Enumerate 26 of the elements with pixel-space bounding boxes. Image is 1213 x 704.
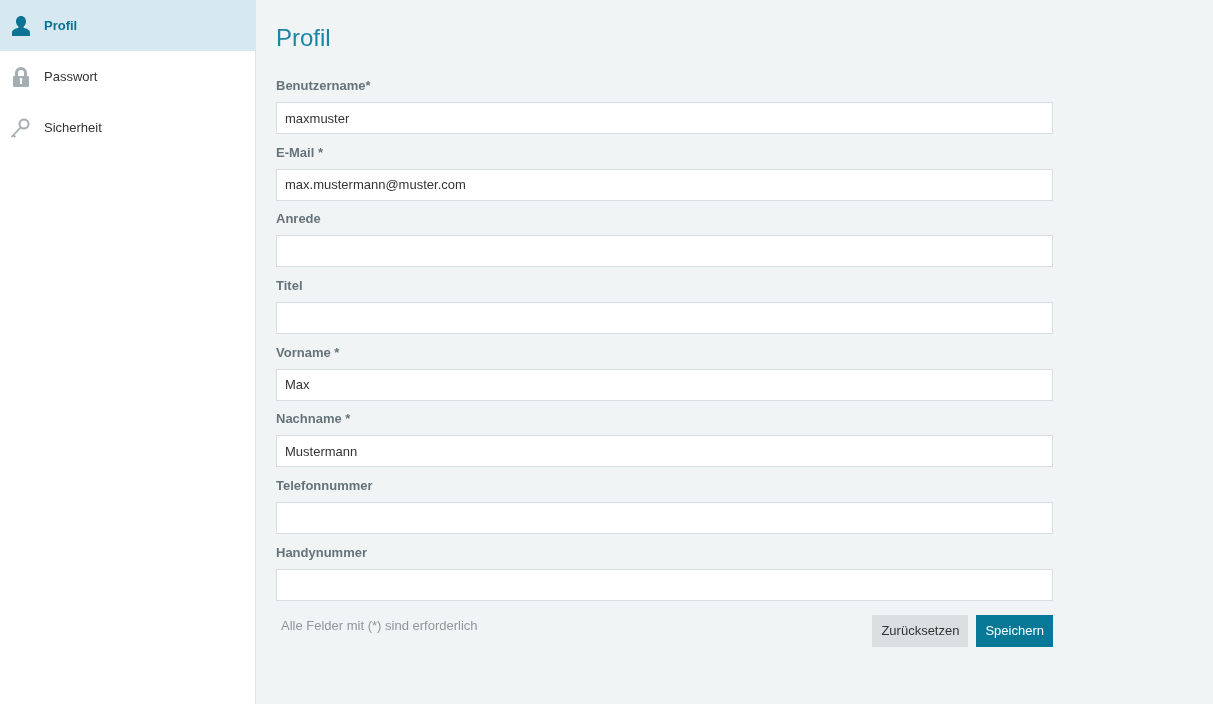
input-field[interactable]: Max (276, 368, 1053, 401)
field-label: Telefonnummer (276, 477, 374, 496)
input-field[interactable] (276, 302, 1053, 335)
field-label: Vorname * (276, 343, 341, 362)
save-button[interactable]: Speichern (976, 615, 1053, 648)
input-field[interactable] (276, 568, 1053, 601)
sidebar-item[interactable]: Profil (0, 0, 255, 51)
lock-icon (11, 65, 31, 88)
input-field[interactable]: maxmuster (276, 102, 1053, 134)
field-label: Anrede (276, 210, 322, 229)
key-icon (11, 116, 31, 139)
page-title: Profil (276, 24, 331, 52)
required-fields-note: Alle Felder mit (*) sind erforderlich (280, 617, 478, 635)
field-label: Titel (276, 277, 304, 296)
sidebar-item[interactable]: Sicherheit (0, 102, 255, 153)
reset-button[interactable]: Zurücksetzen (872, 615, 969, 648)
input-field[interactable] (276, 502, 1053, 535)
input-field[interactable] (276, 235, 1053, 268)
person-icon (11, 14, 31, 37)
input-field[interactable]: Mustermann (276, 435, 1053, 468)
field-label: Nachname * (276, 410, 352, 429)
field-label: Handynummer (276, 543, 369, 562)
input-field[interactable]: max.mustermann@muster.com (276, 168, 1053, 201)
sidebar-item[interactable]: Passwort (0, 51, 255, 102)
field-label: E-Mail * (276, 143, 324, 162)
field-label: Benutzername* (276, 77, 372, 95)
